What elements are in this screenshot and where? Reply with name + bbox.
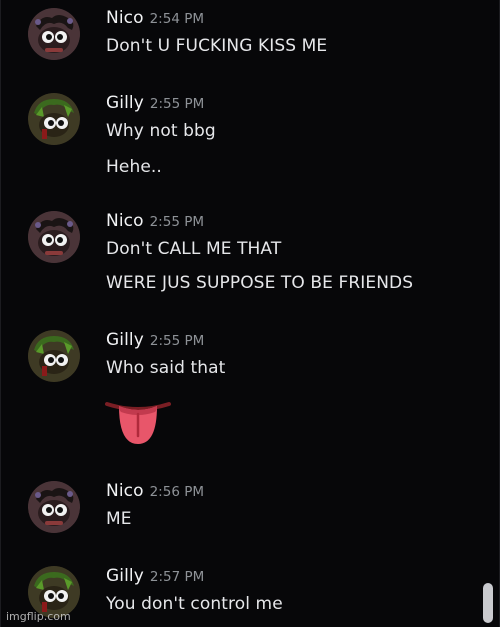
message-text: Hehe.. <box>106 157 162 177</box>
username[interactable]: Gilly <box>106 566 144 586</box>
message-header: Gilly 2:55 PM <box>106 330 204 350</box>
message-header: Gilly 2:57 PM <box>106 566 204 586</box>
message-text: Why not bbg <box>106 121 216 141</box>
gilly-avatar-icon[interactable] <box>28 93 80 145</box>
message-text: Don't U FUCKING KISS ME <box>106 36 328 56</box>
timestamp: 2:55 PM <box>149 214 204 230</box>
chat-window: Nico 2:54 PM Don't U FUCKING KISS ME Gill… <box>0 0 500 627</box>
username[interactable]: Nico <box>106 8 144 28</box>
message-text: Who said that <box>106 358 226 378</box>
timestamp: 2:55 PM <box>149 96 205 112</box>
nico-avatar-icon[interactable] <box>28 481 80 533</box>
timestamp: 2:56 PM <box>149 484 204 500</box>
username[interactable]: Nico <box>106 481 144 501</box>
message-text: ME <box>106 509 132 529</box>
message-header: Nico 2:56 PM <box>106 481 204 501</box>
timestamp: 2:54 PM <box>149 11 204 27</box>
nico-avatar-icon[interactable] <box>28 211 80 263</box>
username[interactable]: Nico <box>106 211 144 231</box>
message-header: Gilly 2:55 PM <box>106 93 204 113</box>
username[interactable]: Gilly <box>106 330 144 350</box>
message-header: Nico 2:54 PM <box>106 8 204 28</box>
message-text: WERE JUS SUPPOSE TO BE FRIENDS <box>106 273 414 293</box>
nico-avatar-icon[interactable] <box>28 8 80 60</box>
timestamp: 2:57 PM <box>149 569 205 585</box>
gilly-avatar-icon[interactable] <box>28 330 80 382</box>
message-header: Nico 2:55 PM <box>106 211 204 231</box>
username[interactable]: Gilly <box>106 93 144 113</box>
timestamp: 2:55 PM <box>149 333 205 349</box>
message-text: You don't control me <box>106 594 283 614</box>
watermark: imgflip.com <box>6 610 71 623</box>
tongue-emoji-icon <box>105 400 171 452</box>
scrollbar-thumb[interactable] <box>483 583 493 623</box>
message-text: Don't CALL ME THAT <box>106 239 282 259</box>
